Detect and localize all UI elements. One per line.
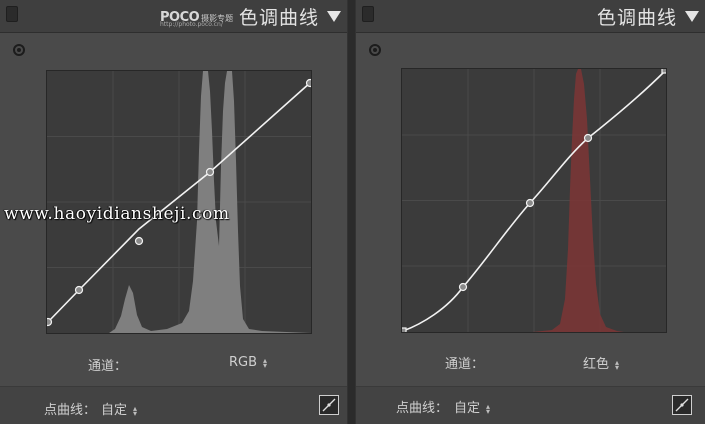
target-adjustment-icon[interactable]	[369, 44, 381, 56]
channel-value: RGB	[229, 355, 258, 370]
channel-select[interactable]: 红色 ▴ ▾	[583, 353, 619, 372]
point-curve-value: 自定	[101, 403, 128, 418]
channel-select[interactable]: RGB ▴ ▾	[229, 355, 267, 370]
curve-point	[74, 285, 84, 295]
point-curve-select[interactable]: 自定 ▴ ▾	[454, 397, 490, 416]
curve-point	[134, 236, 144, 246]
curve-graph-svg	[402, 69, 666, 332]
curve-point	[305, 78, 311, 88]
point-curve-toggle-button[interactable]	[319, 395, 339, 415]
collapse-toggle-icon[interactable]	[362, 6, 374, 22]
curve-point	[47, 317, 53, 327]
curve-graph[interactable]	[46, 70, 312, 334]
updown-arrows-icon: ▴ ▾	[615, 357, 620, 372]
collapse-toggle-icon[interactable]	[6, 6, 18, 22]
poco-logo: POCO 摄影专题 http://photo.poco.cn/	[160, 6, 233, 28]
grid	[47, 71, 311, 333]
point-curve-toggle-button[interactable]	[672, 395, 692, 415]
updown-arrows-icon: ▴ ▾	[133, 403, 138, 418]
channel-label: 通道：	[88, 359, 128, 374]
diagonal-curve-icon	[322, 398, 336, 412]
diagonal-curve-icon	[675, 398, 689, 412]
point-curve-select[interactable]: 自定 ▴ ▾	[101, 399, 137, 418]
curve-point	[205, 167, 215, 177]
panel-title: 色调曲线	[596, 7, 677, 29]
panel-expand-triangle-icon[interactable]	[327, 11, 341, 22]
curve-endpoint	[661, 69, 666, 74]
curve-endpoint	[402, 327, 407, 332]
panel-title: 色调曲线	[238, 7, 319, 29]
curve-graph-svg	[47, 71, 311, 333]
grid	[402, 69, 666, 332]
channel-label: 通道：	[445, 357, 485, 372]
updown-arrows-icon: ▴ ▾	[486, 401, 491, 416]
point-curve-label: 点曲线：	[44, 403, 97, 418]
curve-point	[525, 198, 535, 208]
panel-header[interactable]: 色调曲线	[356, 0, 705, 33]
site-watermark: www.haoyidiansheji.com	[4, 204, 230, 224]
updown-arrows-icon: ▴ ▾	[263, 355, 268, 370]
logo-url: http://photo.poco.cn/	[160, 21, 223, 28]
point-curve-label: 点曲线：	[396, 401, 449, 416]
point-curve-value: 自定	[454, 401, 481, 416]
curve-graph[interactable]	[401, 68, 667, 333]
channel-value: 红色	[583, 357, 610, 372]
panel-header[interactable]: POCO 摄影专题 http://photo.poco.cn/ 色调曲线	[0, 0, 347, 33]
curve-point	[583, 133, 593, 143]
panel-expand-triangle-icon[interactable]	[685, 11, 699, 22]
tone-curve-panel-red: 色调曲线 通道： 红色 ▴ ▾ 点曲线： 自定 ▴ ▾	[355, 0, 705, 424]
curve-point	[458, 282, 468, 292]
target-adjustment-icon[interactable]	[13, 44, 25, 56]
